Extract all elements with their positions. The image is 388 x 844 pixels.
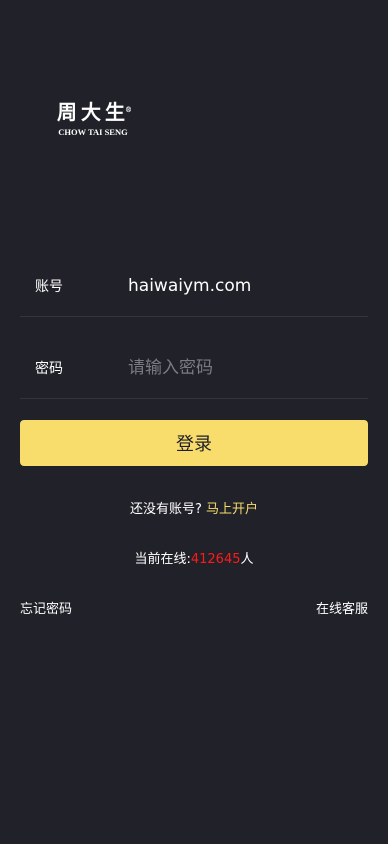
logo-chinese: 周大生 ®: [57, 100, 132, 124]
login-button[interactable]: 登录: [20, 420, 368, 466]
online-count: 412645: [190, 552, 241, 567]
customer-service-link[interactable]: 在线客服: [316, 598, 368, 617]
registered-mark: ®: [125, 105, 132, 114]
online-prefix: 当前在线:: [134, 552, 191, 567]
account-label: 账号: [35, 279, 63, 295]
password-row: 密码: [20, 338, 368, 399]
logo-english: CHOW TAI SENG: [58, 127, 128, 137]
password-input[interactable]: [128, 353, 358, 383]
account-row: 账号: [20, 256, 368, 317]
signup-prompt: 还没有账号? 马上开户: [0, 498, 388, 517]
online-count-line: 当前在线:412645人: [0, 548, 388, 567]
online-suffix: 人: [240, 552, 254, 567]
account-input[interactable]: [128, 271, 358, 301]
brand-logo: 周大生 ® CHOW TAI SENG: [52, 100, 134, 142]
password-label: 密码: [35, 361, 63, 377]
forgot-password-link[interactable]: 忘记密码: [20, 598, 72, 617]
signup-text: 还没有账号?: [129, 502, 202, 517]
signup-link[interactable]: 马上开户: [206, 502, 258, 517]
